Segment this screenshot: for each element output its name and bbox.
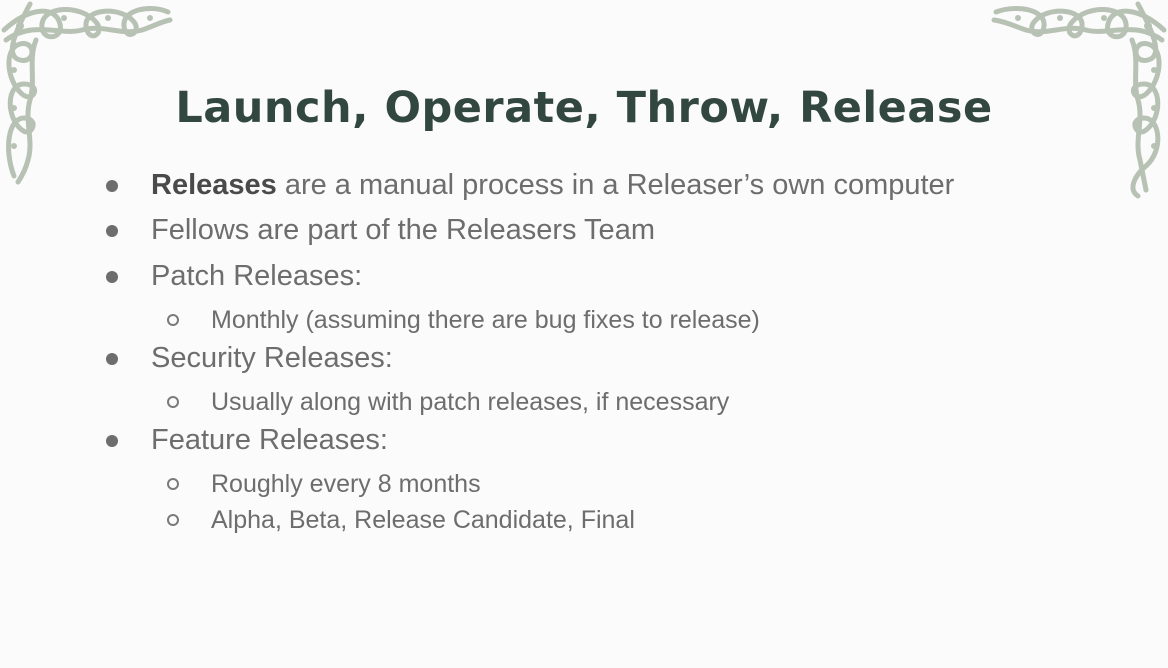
bullet-item: Fellows are part of the Releasers Team [106,212,655,248]
sub-bullet-item: Alpha, Beta, Release Candidate, Final [167,504,635,536]
sub-bullet-item: Monthly (assuming there are bug fixes to… [167,304,760,336]
bullet-disc-icon [106,353,118,365]
bullet-text: are a manual process in a Releaser’s own… [276,169,955,201]
bullet-disc-icon [106,180,118,192]
sub-bullet-text: Roughly every 8 months [211,470,481,498]
bullet-item: Security Releases: [106,340,393,376]
bullet-item: Releases are a manual process in a Relea… [106,167,955,203]
slide: Launch, Operate, Throw, Release Releases… [0,0,1168,668]
bullet-circle-icon [167,314,179,326]
bullet-disc-icon [106,271,118,283]
bullet-item: Patch Releases: [106,258,363,294]
bullet-text: Feature Releases: [151,424,388,456]
bullet-text: Patch Releases: [151,260,363,292]
sub-bullet-text: Alpha, Beta, Release Candidate, Final [211,506,635,534]
bullet-text: Security Releases: [151,342,393,374]
bullet-text: Fellows are part of the Releasers Team [151,214,655,246]
bullet-list: Releases are a manual process in a Relea… [0,0,1168,668]
sub-bullet-text: Usually along with patch releases, if ne… [211,388,730,416]
bullet-circle-icon [167,514,179,526]
bullet-strong-text: Releases [151,169,277,201]
bullet-disc-icon [106,225,118,237]
sub-bullet-text: Monthly (assuming there are bug fixes to… [211,306,760,334]
bullet-disc-icon [106,435,118,447]
bullet-item: Feature Releases: [106,422,388,458]
bullet-circle-icon [167,396,179,408]
sub-bullet-item: Usually along with patch releases, if ne… [167,386,730,418]
bullet-circle-icon [167,478,179,490]
sub-bullet-item: Roughly every 8 months [167,468,481,500]
